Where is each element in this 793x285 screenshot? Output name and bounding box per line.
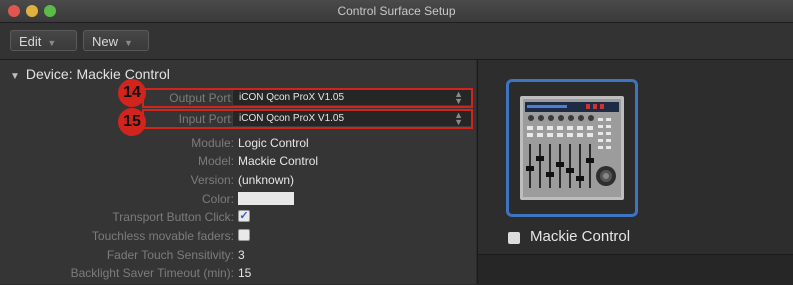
touchless-faders-label: Touchless movable faders: <box>91 229 234 243</box>
new-menu-button[interactable]: New ▼ <box>83 30 149 51</box>
edit-menu-label: Edit <box>19 34 42 49</box>
backlight-label: Backlight Saver Timeout (min): <box>70 266 234 280</box>
model-value: Mackie Control <box>238 154 319 168</box>
disclosure-triangle-icon[interactable]: ▼ <box>10 71 20 82</box>
input-port-callout-box <box>142 109 473 129</box>
module-label: Module: <box>191 136 234 150</box>
model-label: Model: <box>197 154 234 168</box>
color-label: Color: <box>201 192 234 206</box>
touchless-faders-row: Touchless movable faders: ✓ <box>0 227 476 245</box>
mackie-control-device-icon <box>520 96 624 200</box>
device-section-header[interactable]: ▼ Device: Mackie Control <box>10 66 170 82</box>
callout-badge-15: 15 <box>118 108 146 136</box>
color-swatch[interactable] <box>238 192 294 205</box>
device-tile-label: Mackie Control <box>530 228 631 245</box>
device-area-lower-strip <box>478 254 793 285</box>
touchless-faders-checkbox[interactable]: ✓ <box>238 229 250 241</box>
fader-touch-row: Fader Touch Sensitivity: 3 <box>0 246 476 264</box>
output-port-callout-box <box>142 88 473 108</box>
version-row: Version: (unknown) <box>0 171 476 189</box>
module-value: Logic Control <box>238 136 309 150</box>
new-menu-label: New <box>92 34 119 49</box>
transport-click-label: Transport Button Click: <box>112 210 234 224</box>
chevron-down-icon: ▼ <box>124 38 133 48</box>
device-inspector: ▼ Device: Mackie Control Output Port: iCO… <box>0 60 476 284</box>
device-area: Mackie Control <box>477 60 793 285</box>
device-color-indicator <box>508 232 520 244</box>
device-header-label: Device: Mackie Control <box>25 66 170 82</box>
backlight-row: Backlight Saver Timeout (min): 15 <box>0 264 476 282</box>
version-value: (unknown) <box>238 173 295 187</box>
fader-touch-label: Fader Touch Sensitivity: <box>106 248 234 262</box>
chevron-down-icon: ▼ <box>47 38 57 48</box>
color-row: Color: <box>0 190 476 208</box>
transport-click-row: Transport Button Click: ✓ <box>0 208 476 226</box>
backlight-value[interactable]: 15 <box>238 266 251 280</box>
edit-menu-button[interactable]: Edit ▼ <box>10 30 77 51</box>
title-bar: Control Surface Setup <box>0 0 793 23</box>
model-row: Model: Mackie Control <box>0 152 476 170</box>
version-label: Version: <box>190 173 234 187</box>
fader-touch-value[interactable]: 3 <box>238 248 245 262</box>
callout-badge-14: 14 <box>118 79 146 107</box>
window-title: Control Surface Setup <box>337 4 456 18</box>
module-row: Module: Logic Control <box>0 134 476 152</box>
toolbar: Edit ▼ New ▼ <box>0 23 793 60</box>
transport-click-checkbox[interactable]: ✓ <box>238 210 250 222</box>
device-tile[interactable] <box>506 79 638 217</box>
